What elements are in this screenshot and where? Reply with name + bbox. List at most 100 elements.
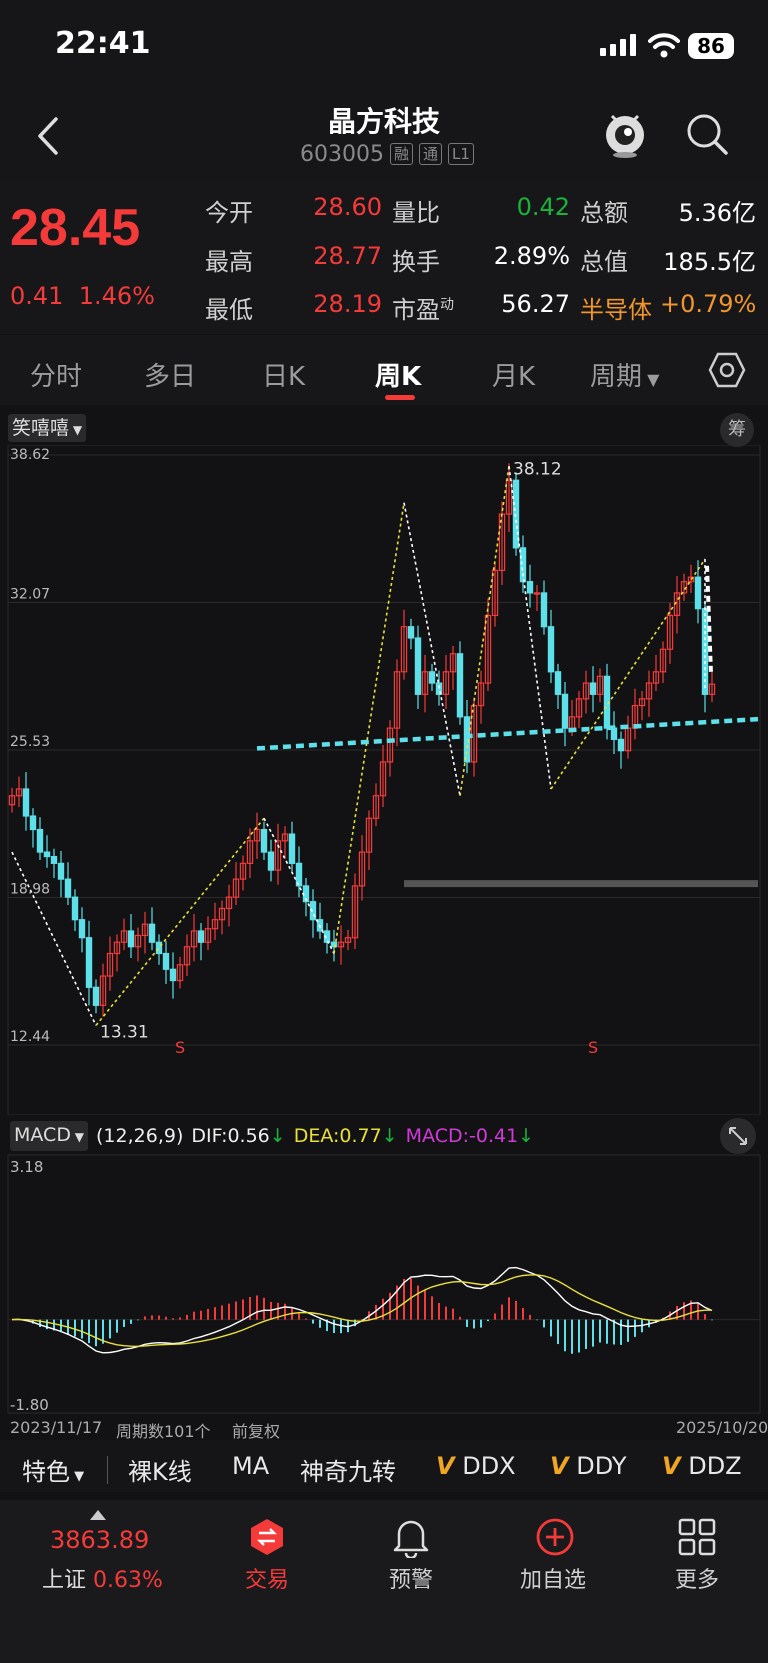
candle-body [288,833,296,864]
candle-body [561,693,569,729]
grid-more-icon[interactable] [678,1518,716,1556]
status-time: 22:41 [55,26,151,61]
chevron-down-icon: ▼ [70,1130,85,1144]
tab-monthly-k[interactable]: 月K [492,356,535,393]
high-value: 28.77 [313,242,382,270]
nav-add-watchlist[interactable]: 加自选 [498,1562,608,1594]
bell-icon[interactable] [391,1516,431,1558]
y-axis-label: 25.53 [10,734,50,750]
turnover-amount-label: 总额 [580,199,628,227]
mascot-icon[interactable] [602,108,648,158]
macd-select[interactable]: MACD ▼ [10,1121,89,1151]
change-percent: 1.46% [78,282,155,310]
expand-icon[interactable] [720,1118,756,1154]
dif-value: 0.56 [227,1125,270,1147]
candle-body [197,930,205,943]
special-indicator-select[interactable]: 特色 ▼ [22,1452,84,1487]
sell-signal-marker: S [175,1038,185,1057]
zigzag-segment [403,502,461,796]
down-arrow-icon: ↓ [381,1125,398,1147]
ddz-label: DDZ [688,1452,742,1480]
chip-distribution-button[interactable]: 筹 [720,413,754,447]
indicator-ddy[interactable]: V DDY [550,1452,627,1480]
active-tab-indicator [385,395,415,400]
change-amount: 0.41 [10,282,64,310]
candle-body [155,941,163,955]
trade-icon[interactable] [248,1518,286,1556]
high-price-label: 38.12 [513,459,562,479]
zigzag-segment [508,466,552,790]
sell-signal-marker: S [588,1038,598,1057]
candle-body [64,878,72,898]
indicator-ma[interactable]: MA [232,1452,269,1480]
candle-body [71,896,79,921]
settings-hexagon-icon[interactable] [708,352,746,388]
tab-multiday[interactable]: 多日 [144,356,196,393]
macd-label: MACD: [405,1125,469,1147]
indicator-ddx[interactable]: V DDX [436,1452,516,1480]
dea-label: DEA: [293,1125,340,1147]
macd-header: MACD ▼ (12,26,9) DIF:0.56↓ DEA:0.77↓ MAC… [10,1121,534,1151]
macd-select-label: MACD [14,1124,71,1146]
ddy-label: DDY [576,1452,627,1480]
candle-body [50,855,58,864]
period-count: 周期数101个 [116,1422,211,1441]
candle-body [407,626,415,639]
candle-body [36,828,44,853]
down-arrow-icon: ↓ [269,1125,286,1147]
macd-params: (12,26,9) [96,1125,184,1147]
tab-daily-k[interactable]: 日K [262,356,305,393]
indicator-ddz[interactable]: V DDZ [662,1452,742,1480]
candle-body [78,919,86,939]
low-label: 最低 [205,296,253,324]
nav-more[interactable]: 更多 [642,1562,752,1594]
v-icon: V [550,1452,569,1480]
volume-ratio-value: 0.42 [516,193,570,221]
macd-ymin-label: -1.80 [10,1396,49,1414]
add-watchlist-icon[interactable] [535,1517,575,1557]
tab-period[interactable]: 周期 ▼ [590,356,659,393]
candle-body [43,851,51,858]
candle-body [92,986,100,1006]
stock-code-row: 603005 融 通 L1 [300,140,474,168]
candle-body [526,581,534,594]
indicator-naked-k[interactable]: 裸K线 [128,1452,192,1487]
chevron-up-icon[interactable] [90,1510,106,1520]
turnover-rate-label: 换手 [392,248,440,276]
turnover-rate-value: 2.89% [493,242,570,270]
tab-intraday[interactable]: 分时 [30,356,82,393]
chevron-down-icon: ▼ [642,370,660,389]
dea-value: 0.77 [339,1125,382,1147]
indicator-magic-nine[interactable]: 神奇九转 [300,1452,396,1487]
margin-tag: 融 [389,143,413,165]
pe-ratio-label: 市盈动 [392,290,454,325]
divider [107,1456,108,1484]
index-change: 0.63% [93,1568,163,1593]
index-ticker[interactable]: 上证 0.63% [42,1562,163,1594]
low-price-label: 13.31 [100,1022,149,1042]
market-cap-label: 总值 [580,248,628,276]
support-trendline [256,716,759,751]
candle-body [547,626,555,673]
open-value: 28.60 [313,193,382,221]
index-value[interactable]: 3863.89 [50,1526,149,1554]
indicator-select[interactable]: 笑嘻嘻 ▼ [8,414,87,442]
nav-trade[interactable]: 交易 [212,1562,322,1594]
macd-chart[interactable]: 3.18 -1.80 [0,1150,768,1415]
zigzag-segment [333,502,405,954]
cellular-signal-icon [600,34,636,56]
candle-body [57,862,65,880]
level-tag: L1 [448,143,474,165]
candle-body [589,682,597,695]
tab-weekly-k[interactable]: 周K [375,356,421,393]
nav-alert[interactable]: 预警 [356,1562,466,1594]
v-icon: V [662,1452,681,1480]
sector-name[interactable]: 半导体 [580,290,652,325]
search-icon[interactable] [685,112,729,156]
v-icon: V [436,1452,455,1480]
connect-tag: 通 [419,143,443,165]
candle-body [456,653,464,718]
candle-body [554,671,562,695]
market-cap-value: 185.5亿 [663,248,756,276]
candlestick-chart[interactable]: 38.12 13.31 S S 38.62 32.07 25.53 18.98 12.44 [0,445,768,1115]
